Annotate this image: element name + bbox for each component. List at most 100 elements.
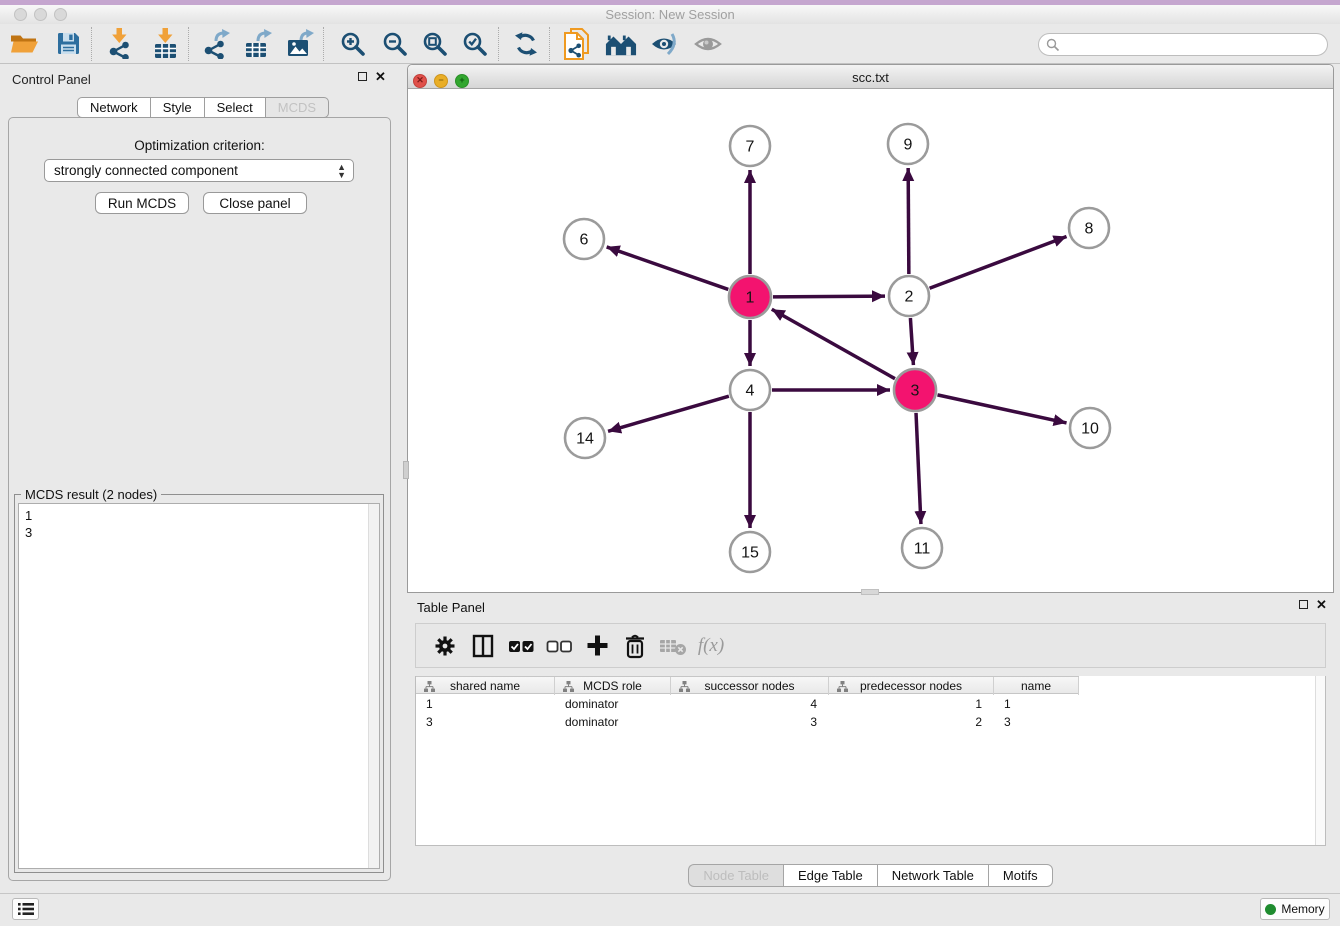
- column-header-MCDS-role[interactable]: MCDS role: [555, 677, 671, 695]
- graph-node-label: 7: [746, 139, 755, 156]
- table-scrollbar[interactable]: [1315, 676, 1325, 845]
- graph-edge-3-10[interactable]: [937, 395, 1066, 423]
- select-all-icon[interactable]: [504, 631, 538, 661]
- graph-edge-3-11[interactable]: [916, 413, 921, 524]
- refresh-layout-icon[interactable]: [510, 28, 542, 60]
- toolbar-separator: [188, 27, 189, 61]
- graph-edge-2-8[interactable]: [930, 236, 1067, 288]
- attribute-tree-icon: [679, 681, 690, 692]
- control-panel-tabs: Network Style Select MCDS: [77, 97, 329, 118]
- gear-icon[interactable]: [428, 631, 462, 661]
- float-panel-icon[interactable]: [1299, 600, 1308, 609]
- table-cell[interactable]: 1: [829, 695, 994, 713]
- control-panel-title: Control Panel: [12, 72, 91, 87]
- column-header-predecessor-nodes[interactable]: predecessor nodes: [829, 677, 994, 695]
- home-icon[interactable]: [605, 28, 637, 60]
- task-history-button[interactable]: [12, 898, 39, 920]
- graph-node-label: 3: [911, 383, 920, 400]
- save-icon[interactable]: [52, 28, 84, 60]
- mcds-result-values: 1 3: [19, 504, 379, 544]
- clone-network-icon[interactable]: [561, 28, 593, 60]
- graph-edge-1-2[interactable]: [773, 296, 885, 297]
- zoom-out-icon[interactable]: [379, 28, 411, 60]
- table-cell[interactable]: dominator: [555, 713, 671, 731]
- table-cell[interactable]: 3: [671, 713, 829, 731]
- search-icon: [1046, 38, 1060, 52]
- zoom-in-icon[interactable]: [337, 28, 369, 60]
- graph-edge-1-6[interactable]: [607, 247, 729, 289]
- tab-network-table[interactable]: Network Table: [877, 864, 988, 887]
- tab-select[interactable]: Select: [204, 97, 265, 118]
- trash-icon[interactable]: [618, 631, 652, 661]
- table-panel-tabs: Node TableEdge TableNetwork TableMotifs: [407, 864, 1334, 887]
- close-panel-button[interactable]: Close panel: [203, 192, 307, 214]
- column-header-successor-nodes[interactable]: successor nodes: [671, 677, 829, 695]
- import-network-icon[interactable]: [103, 28, 135, 60]
- table-cell[interactable]: 1: [416, 695, 555, 713]
- deselect-all-icon[interactable]: [542, 631, 576, 661]
- export-table-icon[interactable]: [242, 28, 274, 60]
- folder-open-icon[interactable]: [8, 28, 40, 60]
- node-table: shared nameMCDS rolesuccessor nodesprede…: [415, 676, 1326, 846]
- memory-button[interactable]: Memory: [1260, 898, 1330, 920]
- column-header-shared-name[interactable]: shared name: [416, 677, 555, 695]
- tab-edge-table[interactable]: Edge Table: [783, 864, 877, 887]
- toolbar-separator: [91, 27, 92, 61]
- import-table-icon[interactable]: [149, 28, 181, 60]
- table-row[interactable]: 1dominator411: [416, 695, 1079, 713]
- split-columns-icon[interactable]: [466, 631, 500, 661]
- tab-motifs[interactable]: Motifs: [988, 864, 1053, 887]
- attribute-tree-icon: [563, 681, 574, 692]
- network-window-titlebar[interactable]: ✕−+ scc.txt: [408, 65, 1333, 89]
- table-cell[interactable]: 1: [994, 695, 1079, 713]
- attribute-tree-icon: [837, 681, 848, 692]
- search-input[interactable]: [1064, 36, 1327, 54]
- table-row[interactable]: 3dominator323: [416, 713, 1079, 731]
- graph-node-label: 15: [741, 545, 759, 562]
- column-header-name[interactable]: name: [994, 677, 1079, 695]
- optimization-dropdown[interactable]: strongly connected component ▲▼: [44, 159, 354, 182]
- run-mcds-button[interactable]: Run MCDS: [95, 192, 189, 214]
- graph-node-label: 1: [746, 290, 755, 307]
- network-canvas[interactable]: 7968124314101511: [408, 89, 1333, 592]
- graph-edge-4-14[interactable]: [608, 396, 729, 431]
- panel-divider-handle[interactable]: [403, 461, 409, 479]
- search-field[interactable]: [1038, 33, 1328, 56]
- table-cell[interactable]: 3: [416, 713, 555, 731]
- tab-style[interactable]: Style: [150, 97, 204, 118]
- table-cell[interactable]: 3: [994, 713, 1079, 731]
- toolbar-separator: [498, 27, 499, 61]
- table-panel-title: Table Panel: [417, 600, 485, 615]
- graph-edge-3-1[interactable]: [772, 309, 895, 378]
- add-icon[interactable]: [580, 631, 614, 661]
- delete-table-icon: [656, 631, 690, 661]
- graph-node-label: 4: [746, 383, 755, 400]
- network-view-window: ✕−+ scc.txt 7968124314101511: [407, 64, 1334, 593]
- graph-edge-2-3[interactable]: [910, 318, 913, 365]
- table-header-row: shared nameMCDS rolesuccessor nodesprede…: [416, 676, 1079, 694]
- graph-node-label: 10: [1081, 421, 1099, 438]
- export-image-icon[interactable]: [284, 28, 316, 60]
- graph-node-label: 2: [905, 289, 914, 306]
- eye-slash-icon[interactable]: [649, 28, 681, 60]
- table-cell[interactable]: 4: [671, 695, 829, 713]
- float-panel-icon[interactable]: [358, 72, 367, 81]
- zoom-selected-icon[interactable]: [459, 28, 491, 60]
- zoom-fit-icon[interactable]: [419, 28, 451, 60]
- table-cell[interactable]: dominator: [555, 695, 671, 713]
- mcds-result-box: MCDS result (2 nodes) 1 3: [14, 494, 384, 873]
- panel-divider-handle[interactable]: [861, 589, 879, 595]
- chevron-updown-icon: ▲▼: [337, 163, 346, 179]
- close-panel-icon[interactable]: ✕: [1316, 600, 1327, 609]
- result-scrollbar[interactable]: [368, 504, 379, 868]
- export-network-icon[interactable]: [200, 28, 232, 60]
- graph-edge-2-9[interactable]: [908, 168, 909, 274]
- toolbar-separator: [549, 27, 550, 61]
- function-icon: f(x): [694, 631, 728, 661]
- tab-network[interactable]: Network: [77, 97, 150, 118]
- table-cell[interactable]: 2: [829, 713, 994, 731]
- tab-mcds[interactable]: MCDS: [265, 97, 329, 118]
- mcds-result-list[interactable]: 1 3: [18, 503, 380, 869]
- tab-node-table[interactable]: Node Table: [688, 864, 783, 887]
- close-panel-icon[interactable]: ✕: [375, 72, 386, 81]
